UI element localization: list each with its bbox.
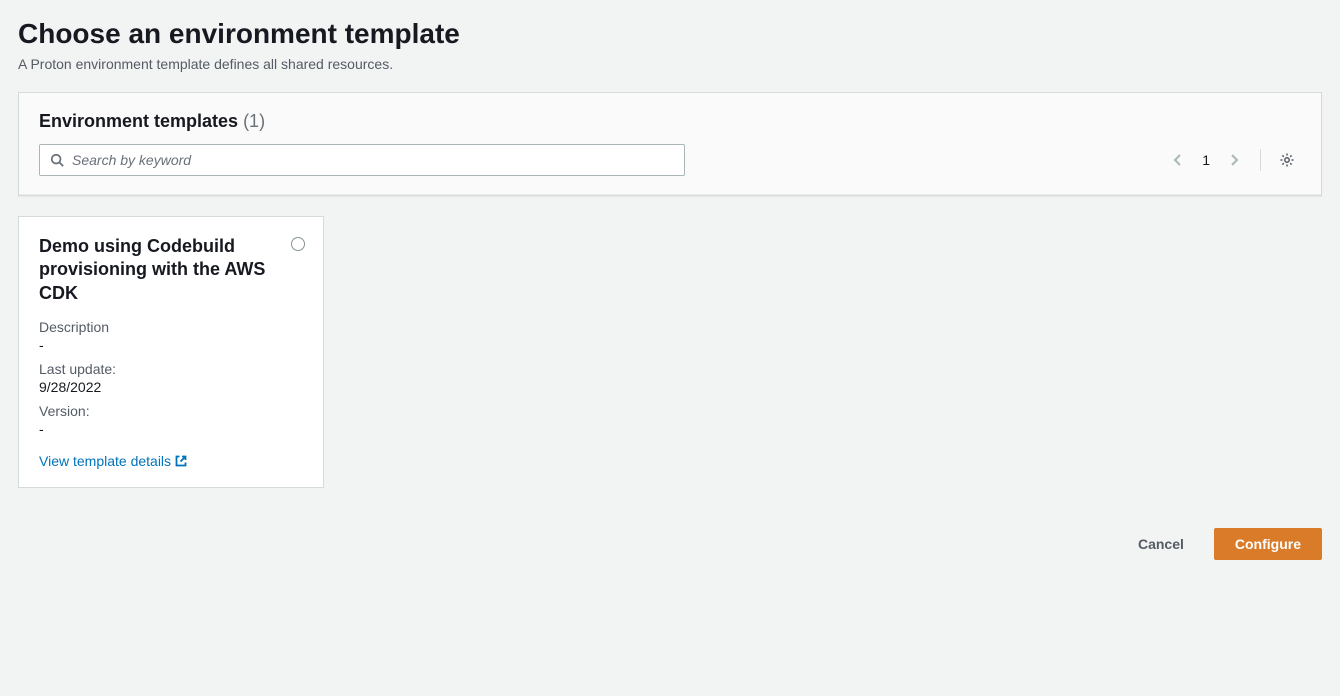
page-title: Choose an environment template bbox=[18, 18, 1322, 50]
templates-title-text: Environment templates bbox=[39, 111, 238, 131]
toolbar-divider bbox=[1260, 149, 1261, 171]
templates-toolbar: 1 bbox=[39, 144, 1301, 176]
chevron-left-icon bbox=[1173, 153, 1183, 167]
settings-button[interactable] bbox=[1273, 146, 1301, 174]
search-icon bbox=[50, 153, 64, 167]
cancel-button[interactable]: Cancel bbox=[1118, 528, 1204, 560]
template-description-label: Description bbox=[39, 319, 303, 335]
template-version-field: Version: - bbox=[39, 403, 303, 437]
search-input[interactable] bbox=[39, 144, 685, 176]
template-description-field: Description - bbox=[39, 319, 303, 353]
template-card-title: Demo using Codebuild provisioning with t… bbox=[39, 235, 303, 305]
template-description-value: - bbox=[39, 337, 303, 353]
templates-panel-title: Environment templates (1) bbox=[39, 111, 1301, 132]
toolbar-right: 1 bbox=[1164, 146, 1301, 174]
page-subtitle: A Proton environment template defines al… bbox=[18, 56, 1322, 72]
chevron-right-icon bbox=[1229, 153, 1239, 167]
pagination-prev-button[interactable] bbox=[1164, 146, 1192, 174]
view-template-details-text: View template details bbox=[39, 453, 171, 469]
template-lastupdate-value: 9/28/2022 bbox=[39, 379, 303, 395]
template-version-label: Version: bbox=[39, 403, 303, 419]
cards-container: Demo using Codebuild provisioning with t… bbox=[18, 216, 1322, 488]
search-wrap bbox=[39, 144, 685, 176]
view-template-details-link[interactable]: View template details bbox=[39, 453, 187, 469]
templates-panel-header: Environment templates (1) 1 bbox=[19, 93, 1321, 195]
external-link-icon bbox=[175, 455, 187, 467]
templates-count: (1) bbox=[243, 111, 265, 131]
page-actions: Cancel Configure bbox=[18, 528, 1322, 560]
template-version-value: - bbox=[39, 421, 303, 437]
gear-icon bbox=[1279, 152, 1295, 168]
configure-button[interactable]: Configure bbox=[1214, 528, 1322, 560]
templates-panel: Environment templates (1) 1 bbox=[18, 92, 1322, 196]
template-lastupdate-field: Last update: 9/28/2022 bbox=[39, 361, 303, 395]
pagination-current: 1 bbox=[1196, 152, 1216, 168]
template-lastupdate-label: Last update: bbox=[39, 361, 303, 377]
template-radio[interactable] bbox=[291, 237, 305, 251]
pagination-next-button[interactable] bbox=[1220, 146, 1248, 174]
template-card[interactable]: Demo using Codebuild provisioning with t… bbox=[18, 216, 324, 488]
